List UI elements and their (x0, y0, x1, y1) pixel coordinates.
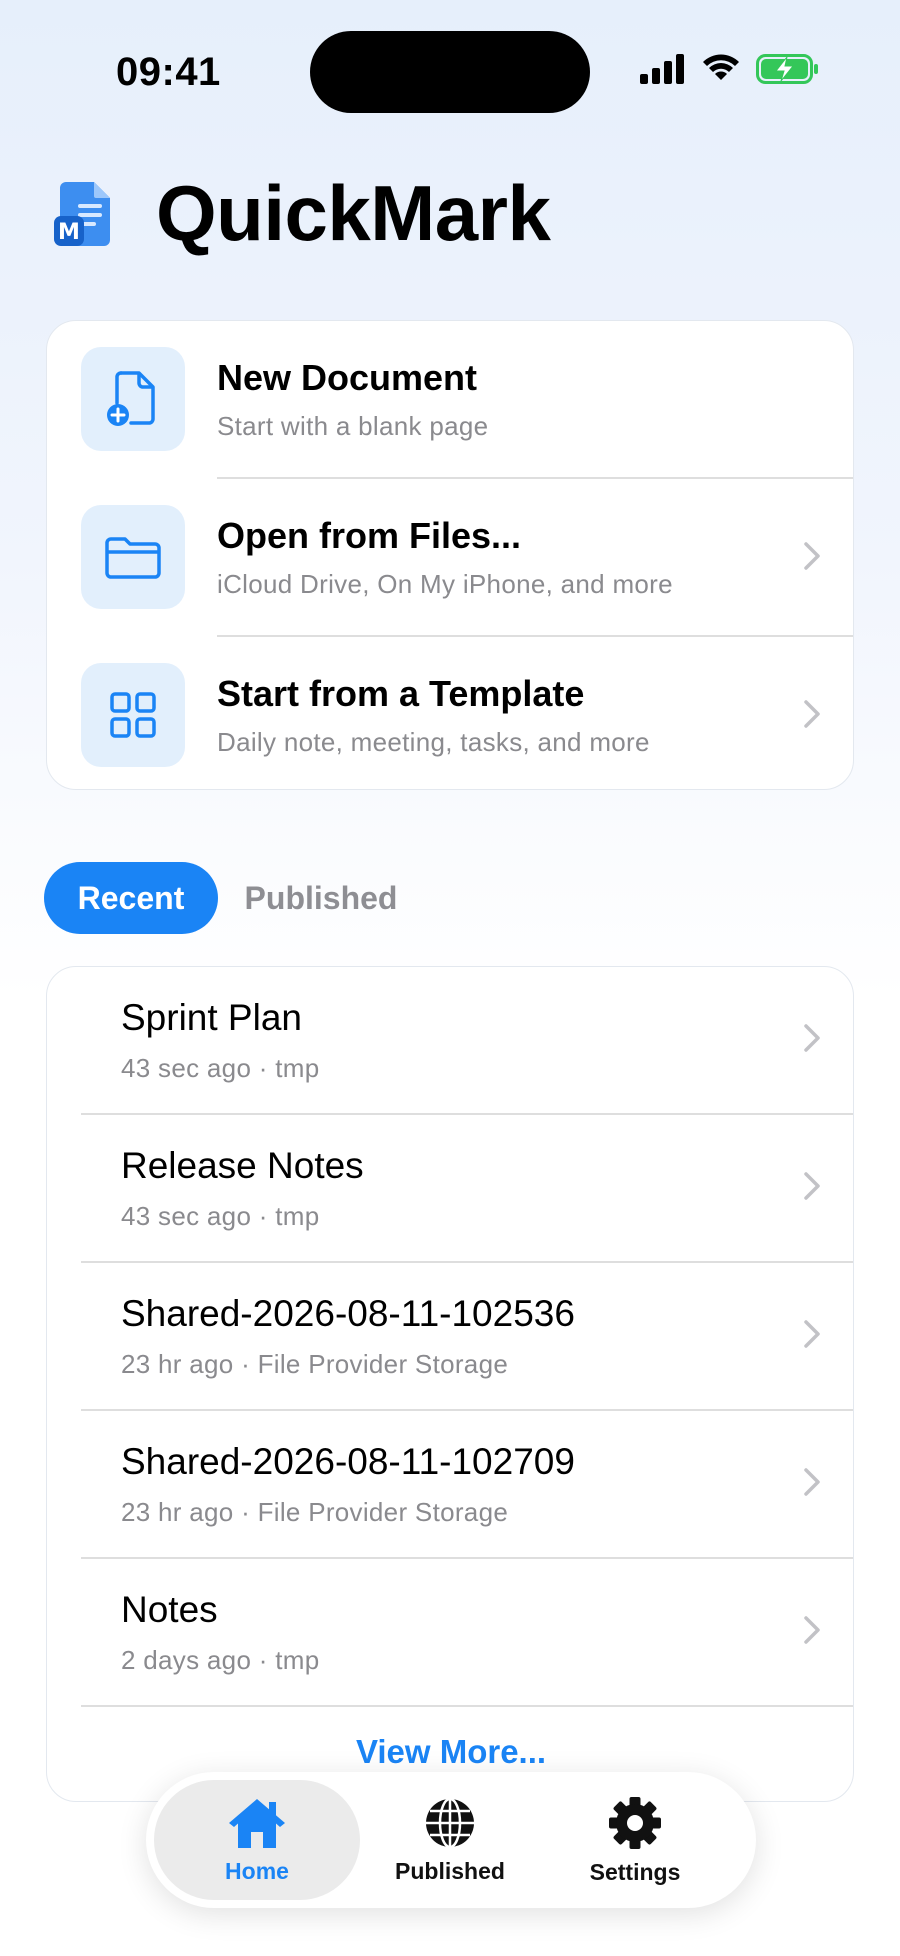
tab-published[interactable]: Published (218, 862, 424, 934)
document-meta: 2 days ago · tmp (121, 1645, 320, 1675)
gear-icon (609, 1796, 661, 1849)
document-meta: 23 hr ago · File Provider Storage (121, 1497, 509, 1527)
view-more-link[interactable]: View More... (47, 1733, 853, 1771)
tabbar-item-settings[interactable]: Settings (540, 1780, 730, 1900)
cellular-signal-icon (640, 54, 684, 84)
tabbar-label-settings: Settings (589, 1858, 681, 1885)
new-document-subtitle: Start with a blank page (217, 411, 489, 441)
house-icon (229, 1798, 285, 1848)
document-meta: 43 sec ago · tmp (121, 1201, 320, 1231)
new-document-row[interactable]: New Document Start with a blank page (47, 321, 853, 478)
document-name: Shared-2026-08-11-102536 (121, 1293, 575, 1334)
app-header: M QuickMark (52, 168, 551, 259)
bottom-tab-bar: Home Published Settings (146, 1772, 756, 1908)
globe-icon (426, 1797, 474, 1848)
document-name: Shared-2026-08-11-102709 (121, 1441, 575, 1482)
list-tabs: Recent Published (44, 862, 424, 934)
list-item[interactable]: Notes 2 days ago · tmp (47, 1559, 853, 1707)
document-name: Release Notes (121, 1145, 364, 1186)
list-item[interactable]: Sprint Plan 43 sec ago · tmp (47, 967, 853, 1115)
tabbar-item-home[interactable]: Home (154, 1780, 360, 1900)
chevron-right-icon (804, 1172, 820, 1200)
grid-icon (110, 692, 156, 738)
document-meta: 23 hr ago · File Provider Storage (121, 1349, 509, 1379)
tabbar-label-home: Home (225, 1857, 289, 1884)
document-meta: 43 sec ago · tmp (121, 1053, 320, 1083)
chevron-right-icon (804, 1320, 820, 1348)
quick-actions-card: New Document Start with a blank page Ope… (46, 320, 854, 790)
list-item[interactable]: Shared-2026-08-11-102536 23 hr ago · Fil… (47, 1263, 853, 1411)
tabbar-item-published[interactable]: Published (360, 1780, 540, 1900)
chevron-right-icon (804, 1024, 820, 1052)
divider (81, 1705, 853, 1707)
start-from-template-subtitle: Daily note, meeting, tasks, and more (217, 727, 650, 757)
status-icons (640, 54, 820, 84)
dynamic-island (310, 31, 590, 113)
status-time: 09:41 (116, 50, 221, 94)
chevron-right-icon (804, 542, 820, 570)
open-from-files-subtitle: iCloud Drive, On My iPhone, and more (217, 569, 673, 599)
open-from-files-title: Open from Files... (217, 515, 522, 556)
chevron-right-icon (804, 700, 820, 728)
chevron-right-icon (804, 1616, 820, 1644)
open-from-files-row[interactable]: Open from Files... iCloud Drive, On My i… (47, 479, 853, 636)
grid-icon-tile (81, 663, 185, 767)
document-name: Sprint Plan (121, 997, 302, 1038)
folder-icon (105, 537, 161, 579)
logo-letter: M (58, 220, 80, 245)
new-document-icon-tile (81, 347, 185, 451)
document-name: Notes (121, 1589, 218, 1630)
tab-recent[interactable]: Recent (44, 862, 218, 934)
tabbar-label-published: Published (395, 1857, 505, 1884)
wifi-icon (703, 54, 739, 80)
app-title: QuickMark (156, 169, 551, 257)
folder-icon-tile (81, 505, 185, 609)
new-document-icon (107, 371, 155, 426)
start-from-template-row[interactable]: Start from a Template Daily note, meetin… (47, 637, 853, 789)
list-item[interactable]: Shared-2026-08-11-102709 23 hr ago · Fil… (47, 1411, 853, 1559)
battery-charging-icon (756, 54, 818, 84)
quickmark-logo-icon: M (54, 181, 110, 246)
list-item[interactable]: Release Notes 43 sec ago · tmp (47, 1115, 853, 1263)
chevron-right-icon (804, 1468, 820, 1496)
new-document-title: New Document (217, 357, 478, 398)
recent-documents-list: Sprint Plan 43 sec ago · tmp Release Not… (46, 966, 854, 1802)
start-from-template-title: Start from a Template (217, 673, 585, 714)
status-bar: 09:41 (0, 0, 900, 140)
